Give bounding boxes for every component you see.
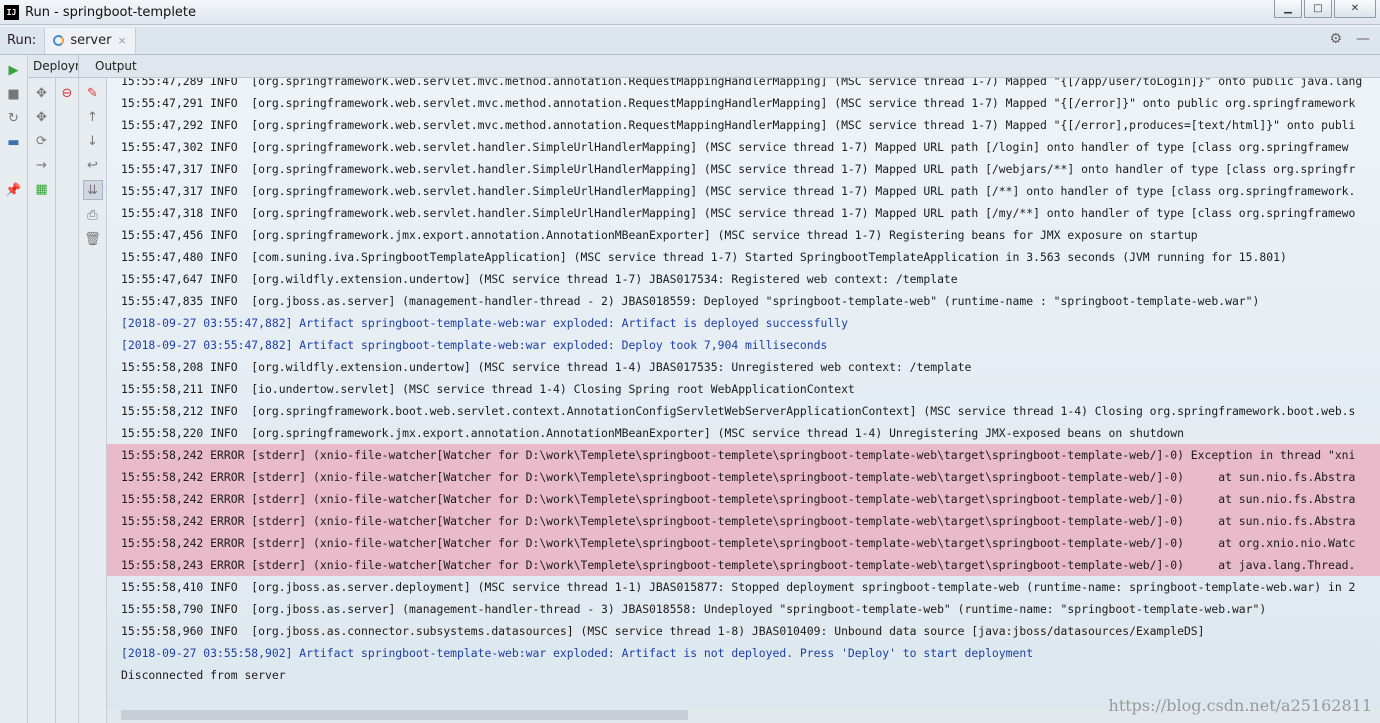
tab-output[interactable]: Output — [90, 55, 142, 77]
run-tab-server[interactable]: server × — [44, 27, 136, 54]
console-line: 15:55:47,289 INFO [org.springframework.w… — [121, 78, 1363, 88]
console-line: 15:55:47,835 INFO [org.jboss.as.server] … — [121, 294, 1260, 308]
refresh-icon[interactable]: ⟳ — [33, 132, 51, 150]
run-tool-window-header: Run: server × ⚙ — — [0, 27, 1380, 55]
run-subtabs: Deployment Output — [28, 55, 1380, 78]
pin-icon[interactable]: 📌 — [5, 181, 23, 199]
deployment-toolbar: ✥ ✥ ⟳ → ▦ — [28, 78, 56, 723]
console-line-error: 15:55:58,242 ERROR [stderr] (xnio-file-w… — [107, 510, 1380, 532]
console-line: 15:55:47,318 INFO [org.springframework.w… — [121, 206, 1356, 220]
run-tab-label: server — [70, 33, 112, 48]
stop-icon[interactable]: ■ — [5, 85, 23, 103]
console-line: 15:55:47,317 INFO [org.springframework.w… — [121, 184, 1356, 198]
layout-icon[interactable]: ▬ — [5, 133, 23, 151]
scroll-up-icon[interactable]: ↑ — [84, 108, 102, 126]
maximize-button[interactable]: □ — [1304, 0, 1332, 18]
console-line: 15:55:47,317 INFO [org.springframework.w… — [121, 162, 1356, 176]
console-line: [2018-09-27 03:55:58,902] Artifact sprin… — [121, 646, 1034, 660]
output-toolbar: ✎ ↑ ↓ ↩ ⇊ ⎙ 🗑 — [79, 78, 107, 723]
console-line: 15:55:58,960 INFO [org.jboss.as.connecto… — [121, 624, 1205, 638]
hide-icon[interactable]: — — [1356, 31, 1370, 47]
watermark: https://blog.csdn.net/a25162811 — [1108, 696, 1372, 715]
console-line: 15:55:47,647 INFO [org.wildfly.extension… — [121, 272, 958, 286]
log-gutter-toolbar: ⊖ — [56, 78, 79, 723]
gear-icon[interactable]: ⚙ — [1329, 31, 1342, 47]
scroll-to-end-icon[interactable]: ⇊ — [82, 180, 103, 200]
console-line: 15:55:58,212 INFO [org.springframework.b… — [121, 404, 1356, 418]
console-line-error: 15:55:58,242 ERROR [stderr] (xnio-file-w… — [107, 532, 1380, 554]
window-title-bar: IJ Run - springboot-templete ▁ □ ✕ — [0, 0, 1380, 25]
undeploy-icon[interactable]: ✥ — [33, 108, 51, 126]
run-toolbar: ▶ ■ ↻ ▬ 📌 — [0, 55, 28, 723]
console-line: 15:55:47,456 INFO [org.springframework.j… — [121, 228, 1198, 242]
run-label: Run: — [7, 33, 37, 48]
soft-wrap-icon[interactable]: ↩ — [84, 156, 102, 174]
console-line: [2018-09-27 03:55:47,882] Artifact sprin… — [121, 338, 828, 352]
scroll-down-icon[interactable]: ↓ — [84, 132, 102, 150]
console-line: [2018-09-27 03:55:47,882] Artifact sprin… — [121, 316, 848, 330]
rerun-icon[interactable]: ↻ — [5, 109, 23, 127]
arrow-right-icon[interactable]: → — [33, 156, 51, 174]
stop-circle-icon[interactable]: ⊖ — [58, 84, 76, 102]
console-line: 15:55:47,292 INFO [org.springframework.w… — [121, 118, 1356, 132]
minimize-button[interactable]: ▁ — [1274, 0, 1302, 18]
console-line: 15:55:58,790 INFO [org.jboss.as.server] … — [121, 602, 1267, 616]
running-spinner-icon — [53, 35, 65, 46]
run-window-actions: ⚙ — — [1329, 31, 1370, 47]
console-output[interactable]: 15:55:47,289 INFO [org.springframework.w… — [107, 78, 1380, 710]
console-line: 15:55:47,302 INFO [org.springframework.w… — [121, 140, 1349, 154]
console-line-error: 15:55:58,243 ERROR [stderr] (xnio-file-w… — [107, 554, 1380, 576]
print-icon[interactable]: ⎙ — [84, 206, 102, 224]
console-line: 15:55:58,208 INFO [org.wildfly.extension… — [121, 360, 972, 374]
console-line-error: 15:55:58,242 ERROR [stderr] (xnio-file-w… — [107, 444, 1380, 466]
deploy-icon[interactable]: ✥ — [33, 84, 51, 102]
console-line: 15:55:58,211 INFO [io.undertow.servlet] … — [121, 382, 855, 396]
close-tab-icon[interactable]: × — [117, 34, 126, 47]
run-icon[interactable]: ▶ — [5, 61, 23, 79]
separator — [5, 157, 23, 175]
console-line: Disconnected from server — [121, 668, 286, 682]
console-line-error: 15:55:58,242 ERROR [stderr] (xnio-file-w… — [107, 488, 1380, 510]
console-line: 15:55:47,480 INFO [com.suning.iva.Spring… — [121, 250, 1287, 264]
clear-output-icon[interactable]: ✎ — [84, 84, 102, 102]
close-window-button[interactable]: ✕ — [1334, 0, 1376, 18]
trash-icon[interactable]: 🗑 — [84, 230, 102, 248]
window-controls: ▁ □ ✕ — [1272, 0, 1376, 18]
console-line: 15:55:47,291 INFO [org.springframework.w… — [121, 96, 1356, 110]
console-line: 15:55:58,410 INFO [org.jboss.as.server.d… — [121, 580, 1356, 594]
console-line-error: 15:55:58,242 ERROR [stderr] (xnio-file-w… — [107, 466, 1380, 488]
intellij-app-icon: IJ — [4, 4, 19, 20]
deploy-all-icon[interactable]: ▦ — [33, 180, 51, 198]
console-line: 15:55:58,220 INFO [org.springframework.j… — [121, 426, 1184, 440]
horizontal-scrollbar-thumb[interactable] — [121, 710, 688, 720]
window-title: Run - springboot-templete — [25, 4, 197, 20]
tab-deployment[interactable]: Deployment — [28, 55, 79, 77]
